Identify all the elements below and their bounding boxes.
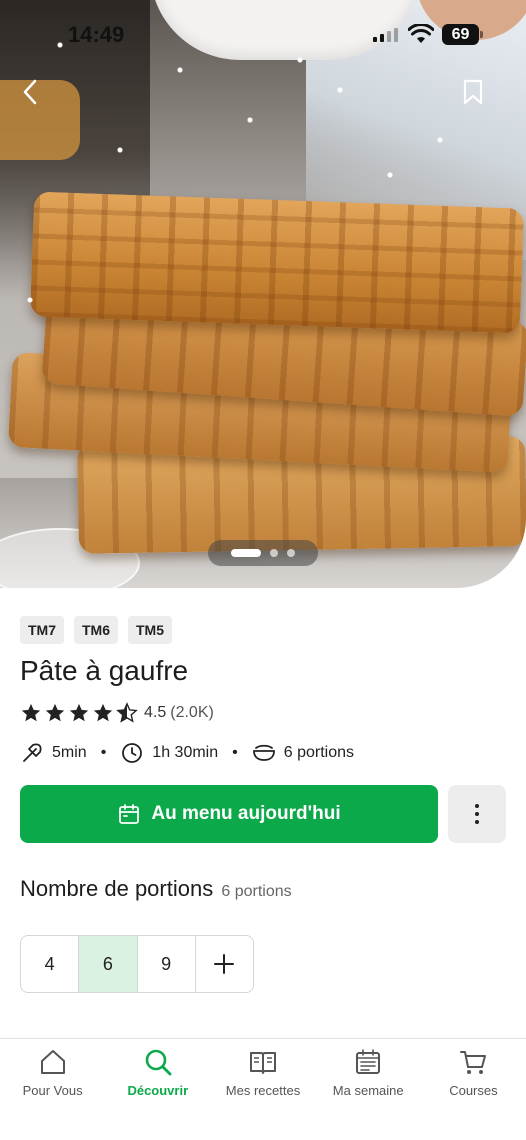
nav-pour-vous[interactable]: Pour Vous: [0, 1039, 105, 1140]
more-dot: [475, 812, 479, 816]
home-icon: [40, 1050, 65, 1074]
back-button[interactable]: [14, 74, 46, 110]
wifi-icon: [408, 24, 434, 43]
star-filled-icon: [69, 703, 89, 722]
meta-separator: •: [232, 744, 238, 761]
nav-decouvrir[interactable]: Découvrir: [105, 1039, 210, 1140]
rating-count: (2.0K): [170, 704, 214, 721]
add-to-menu-label: Au menu aujourd'hui: [151, 803, 341, 824]
star-filled-icon: [93, 703, 113, 722]
bottom-navigation: Pour Vous Découvrir Mes recettes Ma sema…: [0, 1038, 526, 1140]
nav-label: Découvrir: [127, 1083, 189, 1098]
status-bar: 14:49 69: [0, 0, 526, 64]
star-half-icon: [116, 702, 138, 723]
portions-heading: Nombre de portions 6 portions: [20, 876, 292, 902]
bookmark-button[interactable]: [456, 74, 490, 110]
status-time: 14:49: [68, 22, 125, 47]
rating-value: 4.5: [144, 704, 167, 721]
add-to-todays-menu-button[interactable]: Au menu aujourd'hui: [20, 785, 438, 843]
chip-tm5: TM5: [128, 616, 172, 644]
portion-option-9[interactable]: 9: [138, 936, 196, 992]
nav-mes-recettes[interactable]: Mes recettes: [210, 1039, 315, 1140]
powdered-sugar-particles: [0, 0, 526, 588]
portions-selector: 4 6 9: [20, 935, 254, 993]
carousel-dot[interactable]: [287, 549, 295, 557]
more-dot: [475, 820, 479, 824]
nav-label: Pour Vous: [22, 1083, 83, 1098]
search-icon: [145, 1049, 172, 1076]
image-carousel-indicator[interactable]: [208, 540, 318, 566]
book-icon: [250, 1052, 276, 1074]
bowl-icon: [252, 741, 276, 765]
nav-label: Ma semaine: [332, 1083, 404, 1098]
nav-courses[interactable]: Courses: [421, 1039, 526, 1140]
portions-heading-label: Nombre de portions: [20, 876, 214, 901]
portions-current: 6 portions: [221, 883, 292, 900]
recipe-title: Pâte à gaufre: [20, 655, 189, 686]
whisk-icon: [20, 741, 44, 765]
nav-label: Courses: [449, 1083, 498, 1098]
carousel-dot-active[interactable]: [231, 549, 261, 557]
recipe-meta-row: 5min • 1h 30min • 6 portions: [20, 738, 354, 768]
battery-indicator: 69: [442, 24, 483, 45]
plus-icon: [214, 954, 235, 974]
portion-option-4[interactable]: 4: [21, 936, 80, 992]
more-dot: [475, 804, 479, 808]
total-time: 1h 30min: [152, 744, 219, 761]
star-filled-icon: [21, 703, 41, 722]
chip-tm6: TM6: [74, 616, 118, 644]
recipe-hero-image[interactable]: [0, 0, 526, 588]
portion-option-6[interactable]: 6: [79, 936, 138, 992]
more-options-button[interactable]: [448, 785, 506, 843]
recipe-rating[interactable]: 4.5 (2.0K): [20, 702, 214, 724]
chip-tm7: TM7: [20, 616, 64, 644]
cart-icon: [460, 1051, 487, 1074]
calendar-icon: [356, 1049, 381, 1074]
nav-ma-semaine[interactable]: Ma semaine: [316, 1039, 421, 1140]
nav-label: Mes recettes: [225, 1083, 301, 1098]
thermomix-compatibility-chips: TM7 TM6 TM5: [20, 616, 172, 644]
prep-time: 5min: [52, 744, 87, 761]
bookmark-icon: [463, 79, 483, 105]
chevron-left-icon: [23, 79, 37, 105]
star-filled-icon: [45, 703, 65, 722]
portions-count: 6 portions: [283, 744, 354, 761]
clock-icon: [120, 741, 144, 765]
calendar-icon: [119, 804, 140, 824]
meta-separator: •: [100, 744, 107, 761]
portion-add-button[interactable]: [196, 936, 253, 992]
cellular-signal-icon: [373, 26, 398, 42]
carousel-dot[interactable]: [270, 549, 278, 557]
